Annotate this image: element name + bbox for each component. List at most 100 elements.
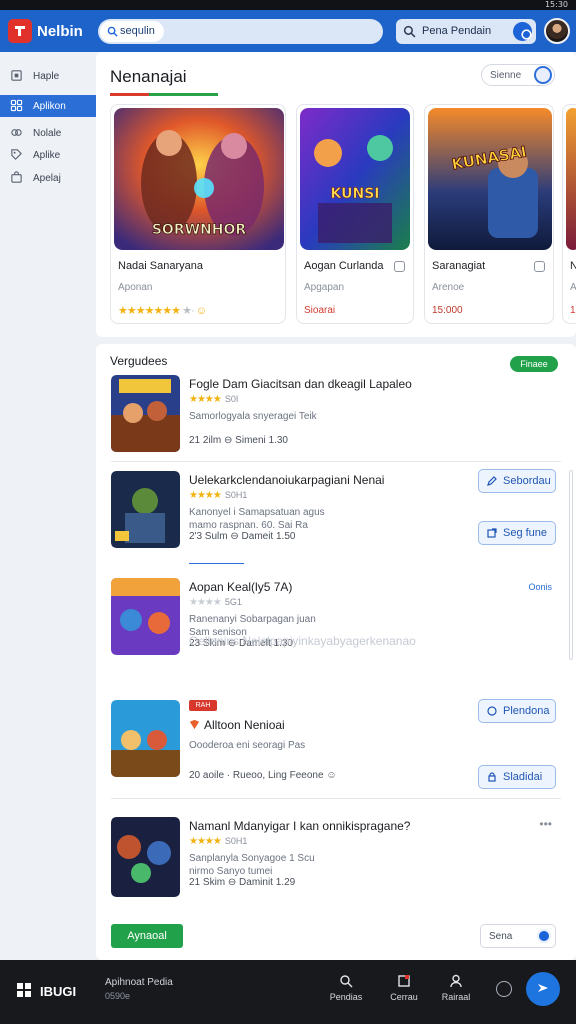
send-icon bbox=[538, 984, 548, 992]
list-item-desc: Kanonyel i Samapsatuan agus mamo raspnan.… bbox=[189, 507, 325, 531]
app-title: Nelbin bbox=[37, 23, 83, 40]
app-logo-icon[interactable] bbox=[8, 19, 32, 43]
search-chip[interactable]: sequlin bbox=[100, 21, 164, 42]
section-title: Nenanajai bbox=[110, 67, 187, 86]
list-item-title: Namanl Mdanyigar I kan onnikispragane? bbox=[189, 819, 411, 833]
more-link[interactable]: Oonis bbox=[528, 582, 552, 592]
pager[interactable]: Sena bbox=[480, 924, 556, 948]
status-badge[interactable]: Finaee bbox=[510, 356, 558, 372]
search-icon bbox=[403, 25, 416, 38]
sidebar-item-label: Aplike bbox=[33, 150, 61, 161]
status-bar: 15:30 bbox=[0, 0, 576, 10]
chat-icon[interactable] bbox=[513, 22, 532, 41]
avatar[interactable] bbox=[544, 18, 570, 44]
bottom-brand: IBUGI bbox=[40, 984, 77, 999]
sidebar-item-aplikon[interactable]: Aplikon bbox=[0, 95, 96, 117]
card-subtitle: A bbox=[570, 282, 576, 293]
tab-cerrau[interactable]: Cerrau bbox=[381, 974, 427, 1008]
divider bbox=[111, 798, 561, 799]
primary-action-button[interactable]: Sebordau bbox=[478, 469, 556, 493]
sidebar-item-label: Aplikon bbox=[33, 101, 66, 112]
featured-card[interactable]: KUNASAI Saranagiat Arenoe 15:000 bbox=[424, 104, 554, 324]
info-icon[interactable] bbox=[394, 261, 405, 272]
link-icon bbox=[11, 129, 22, 136]
next-icon[interactable] bbox=[537, 929, 551, 943]
featured-card[interactable]: SORWNHOR Nadai Sanaryana Aponan ★★★★★★★ … bbox=[110, 104, 286, 324]
grid-logo-icon bbox=[17, 983, 31, 997]
list-item[interactable]: Namanl Mdanyigar I kan onnikispragane? ★… bbox=[96, 817, 576, 907]
featured-search[interactable]: Sienne bbox=[481, 64, 555, 86]
sidebar-item-nolale[interactable]: Nolale bbox=[0, 122, 96, 144]
list-item[interactable]: Aopan Keal(ly5 7A) ★★★★ 5G1 Ranenanyi Sob… bbox=[96, 578, 576, 668]
featured-search-label: Sienne bbox=[490, 70, 522, 81]
card-name: N bbox=[570, 260, 576, 272]
list-item[interactable]: Uelekarkclendanoiukarpagiani Nenai ★★★★ S… bbox=[96, 469, 576, 565]
sidebar-item-haple[interactable]: Haple bbox=[0, 65, 96, 87]
rating-stars: ★★★★ S0I bbox=[189, 394, 239, 405]
info-icon[interactable] bbox=[534, 261, 545, 272]
rating-stars: ★★★★ S0H1 bbox=[189, 836, 248, 847]
secondary-action-button[interactable]: Seg fune bbox=[478, 521, 556, 545]
secondary-action-button[interactable]: Sladidai bbox=[478, 765, 556, 789]
primary-action-button[interactable]: Plendona bbox=[478, 699, 556, 723]
list-item-desc: Samorlogyala snyeragei Teik bbox=[189, 411, 317, 422]
add-button[interactable]: Aynaoal bbox=[111, 924, 183, 948]
list-item-title: Fogle Dam Giacitsan dan dkeagil Lapaleo bbox=[189, 377, 412, 391]
bottom-app-sub: 0590e bbox=[105, 991, 131, 1001]
bag-icon bbox=[11, 171, 22, 183]
edit-icon bbox=[398, 975, 410, 987]
card-price: 15:000 bbox=[432, 305, 463, 316]
game-art: KUNSI bbox=[300, 108, 410, 250]
list-item-meta: 20 aoile · Rueoo, Ling Feeone ☺ bbox=[189, 770, 337, 781]
secondary-search-label: Pena Pendain bbox=[422, 25, 492, 37]
app-list: Vergudees Finaee Fogle Dam Giacitsan dan… bbox=[96, 344, 576, 960]
sidebar-item-label: Nolale bbox=[33, 128, 62, 139]
list-item-title: Aopan Keal(ly5 7A) bbox=[189, 580, 293, 594]
home-icon bbox=[11, 70, 22, 81]
search-input[interactable] bbox=[170, 23, 370, 40]
game-art: SORWNHOR bbox=[114, 108, 284, 250]
rating-stars: ★★★★ 5G1 bbox=[189, 597, 242, 608]
search-icon[interactable] bbox=[534, 66, 552, 84]
send-button[interactable] bbox=[526, 972, 560, 1006]
divider bbox=[111, 461, 561, 462]
secondary-search[interactable]: Pena Pendain bbox=[396, 19, 536, 44]
search-bar[interactable]: sequlin bbox=[98, 19, 383, 44]
settings-icon[interactable] bbox=[496, 981, 512, 997]
app-thumbnail bbox=[111, 700, 180, 777]
search-chip-label: sequlin bbox=[120, 25, 155, 37]
sidebar: Haple Aplikon Nolale Aplike Apelaj bbox=[0, 52, 96, 960]
list-title: Vergudees bbox=[110, 354, 168, 368]
more-options-icon[interactable]: ••• bbox=[539, 817, 552, 831]
list-item[interactable]: Fogle Dam Giacitsan dan dkeagil Lapaleo … bbox=[96, 375, 576, 465]
game-art bbox=[566, 108, 576, 250]
rating-stars: ★★★★ S0H1 bbox=[189, 490, 248, 501]
pager-label: Sena bbox=[489, 931, 513, 942]
featured-section: Nenanajai Sienne SORWNHOR Nadai Sanaryan… bbox=[96, 52, 576, 337]
art-logo: KUNSI bbox=[331, 186, 380, 202]
scrollbar[interactable] bbox=[569, 470, 573, 660]
sidebar-item-aplike[interactable]: Aplike bbox=[0, 144, 96, 166]
watermark-text: Oellenins Nelelpapiyinkayabyagerkenanao bbox=[189, 634, 416, 648]
list-item-title: Alltoon Nenioai bbox=[204, 718, 285, 732]
game-art: KUNASAI bbox=[428, 108, 552, 250]
art-logo: SORWNHOR bbox=[152, 222, 247, 238]
lock-icon bbox=[488, 772, 496, 782]
list-item[interactable]: RAH Alltoon Nenioai Oooderoa eni seoragi… bbox=[96, 699, 576, 799]
card-subtitle: Aponan bbox=[118, 282, 153, 293]
app-thumbnail bbox=[111, 817, 180, 897]
edit-icon bbox=[487, 476, 497, 486]
top-header: Nelbin sequlin Pena Pendain bbox=[0, 10, 576, 52]
bottom-app-name: Apihnoat Pedia bbox=[105, 977, 173, 988]
title-underline bbox=[110, 93, 218, 96]
tab-pendias[interactable]: Pendias bbox=[323, 974, 369, 1008]
featured-card[interactable]: N A 1 bbox=[562, 104, 576, 324]
featured-card[interactable]: KUNSI Aogan Curlanda Apgapan Sioarai bbox=[296, 104, 414, 324]
tab-rairaal[interactable]: Rairaal bbox=[433, 974, 479, 1008]
app-thumbnail bbox=[111, 375, 180, 452]
sidebar-item-apelaj[interactable]: Apelaj bbox=[0, 167, 96, 189]
list-item-meta: 2'3 Sulm ⊖ Dameit 1.50 bbox=[189, 531, 296, 542]
status-badge: RAH bbox=[189, 700, 217, 711]
search-icon bbox=[340, 975, 353, 988]
bottom-bar: IBUGI Apihnoat Pedia 0590e Pendias Cerra… bbox=[0, 960, 576, 1024]
